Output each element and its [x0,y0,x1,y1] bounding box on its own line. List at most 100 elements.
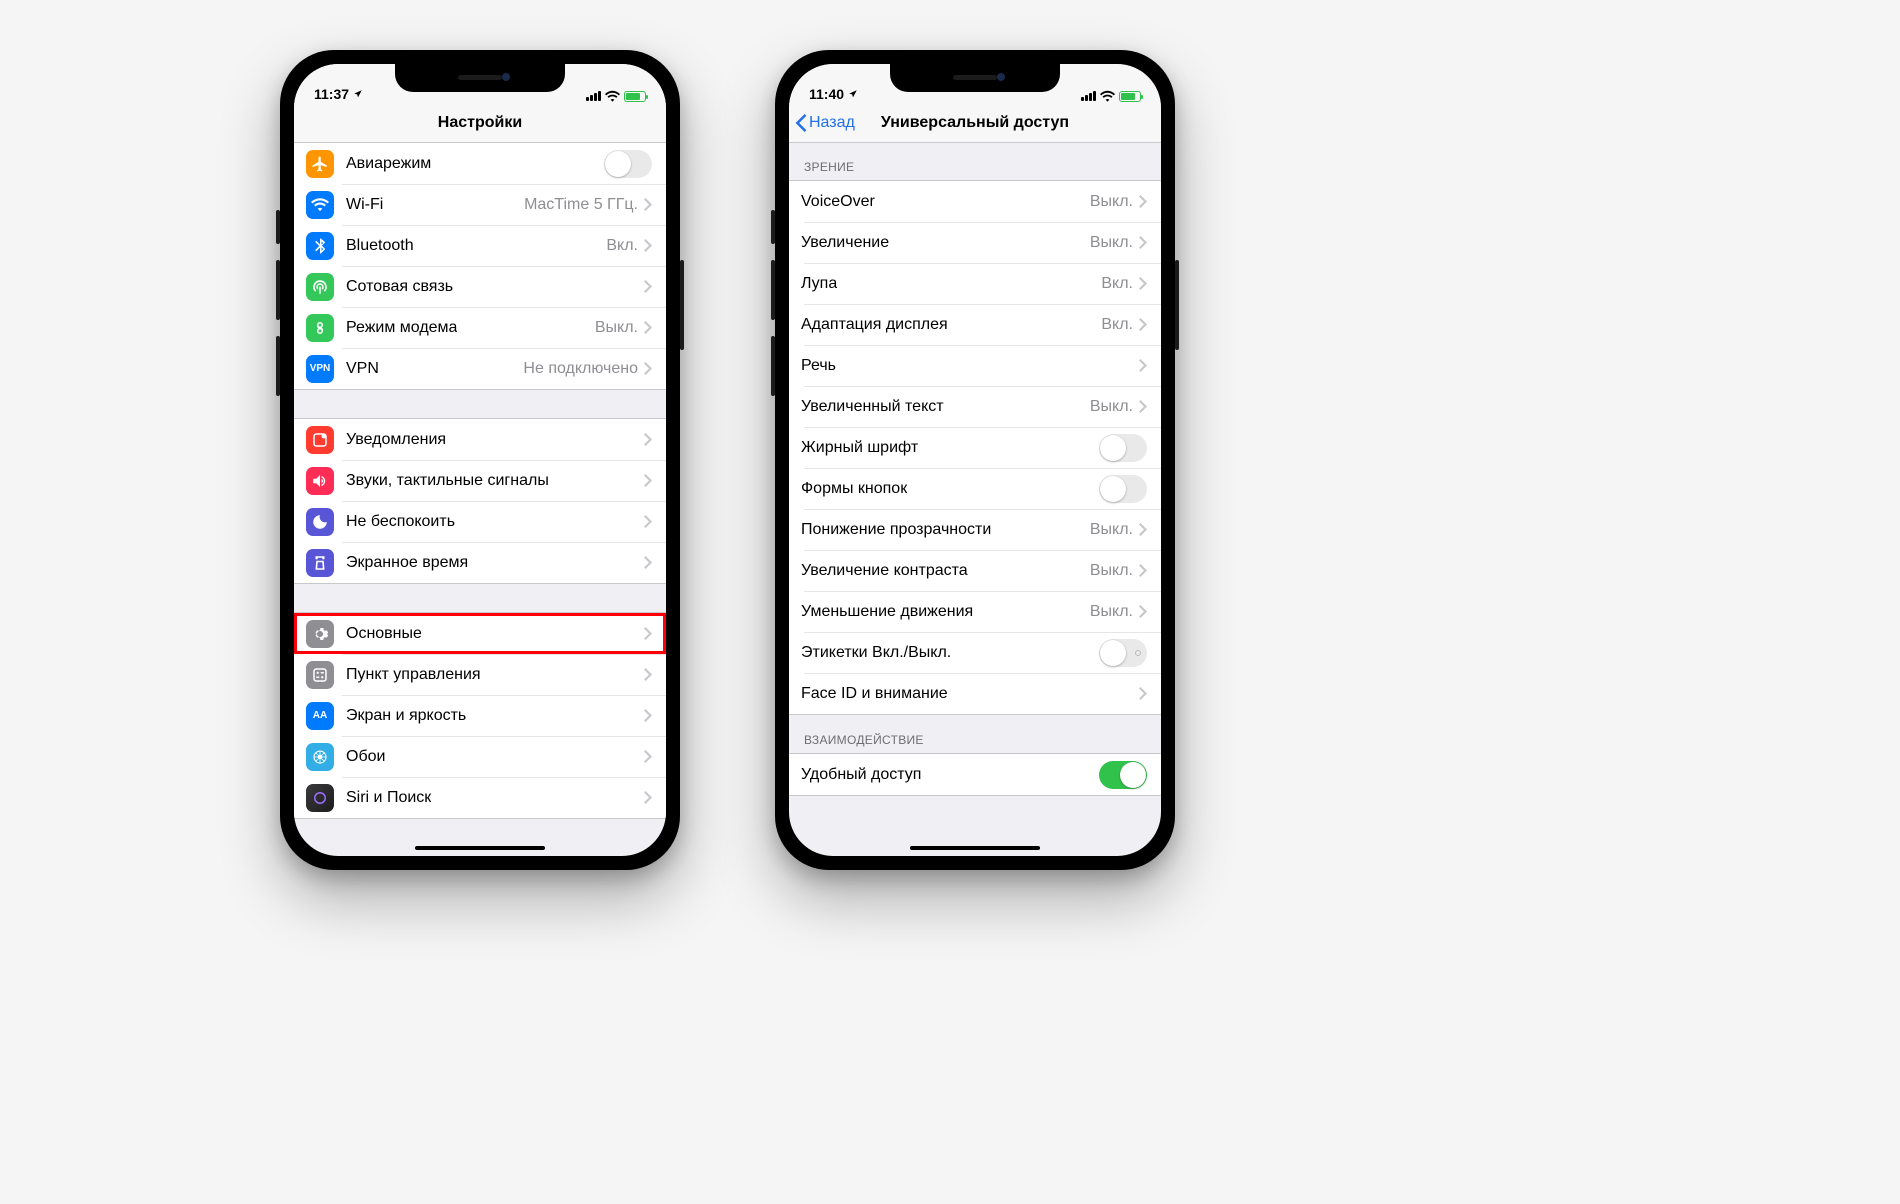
chevron-right-icon [1139,318,1147,331]
airplane-icon [306,150,334,178]
cellular-signal-icon [1081,91,1096,101]
item-control-center[interactable]: Пункт управления [294,654,666,695]
item-value: Выкл. [1090,398,1133,416]
accessibility-list[interactable]: ЗРЕНИЕ VoiceOverВыкл.УвеличениеВыкл.Лупа… [789,142,1161,856]
chevron-right-icon [644,239,652,252]
screentime-icon [306,549,334,577]
side-button-silent [276,210,280,244]
item-bold[interactable]: Жирный шрифт [789,427,1161,468]
item-screentime[interactable]: Экранное время [294,542,666,583]
item-label: Жирный шрифт [801,439,918,457]
side-button-volume-down [771,336,775,396]
notch [890,64,1060,92]
phone-left: 11:37 Настройки Авиарежим [280,50,680,870]
item-value: Вкл. [606,237,638,255]
item-label: Режим модема [346,319,457,337]
item-airplane[interactable]: Авиарежим [294,143,666,184]
item-value: Выкл. [1090,193,1133,211]
home-indicator[interactable] [415,846,545,850]
wifi-icon [1100,90,1115,102]
settings-list[interactable]: Авиарежим Wi-Fi MacTime 5 ГГц. Bluetooth… [294,142,666,856]
item-voiceover[interactable]: VoiceOverВыкл. [789,181,1161,222]
nav-title: Универсальный доступ [881,114,1069,132]
screen-left: 11:37 Настройки Авиарежим [294,64,666,856]
sounds-icon [306,467,334,495]
chevron-right-icon [644,750,652,763]
item-largetext[interactable]: Увеличенный текстВыкл. [789,386,1161,427]
item-label: Пункт управления [346,666,481,684]
item-label: Звуки, тактильные сигналы [346,472,549,490]
chevron-right-icon [644,321,652,334]
item-label: Экранное время [346,554,468,572]
toggle-reachability[interactable] [1099,761,1147,789]
cellular-signal-icon [586,91,601,101]
item-general[interactable]: Основные [294,613,666,654]
nav-bar: Настройки [294,104,666,143]
chevron-right-icon [1139,236,1147,249]
item-label: Понижение прозрачности [801,521,991,539]
item-wifi[interactable]: Wi-Fi MacTime 5 ГГц. [294,184,666,225]
item-magnifier[interactable]: ЛупаВкл. [789,263,1161,304]
item-display[interactable]: AA Экран и яркость [294,695,666,736]
item-value: Выкл. [1090,234,1133,252]
status-time-text: 11:37 [314,86,349,102]
item-label: Wi-Fi [346,196,383,214]
vpn-icon-text: VPN [310,363,331,374]
chevron-right-icon [1139,564,1147,577]
item-reachability[interactable]: Удобный доступ [789,754,1161,795]
item-reducemotion[interactable]: Уменьшение движенияВыкл. [789,591,1161,632]
item-onofflabels[interactable]: Этикетки Вкл./Выкл. [789,632,1161,673]
item-label: Адаптация дисплея [801,316,948,334]
toggle-airplane[interactable] [604,150,652,178]
vpn-icon: VPN [306,355,334,383]
item-dnd[interactable]: Не беспокоить [294,501,666,542]
section-header-interaction: ВЗАИМОДЕЙСТВИЕ [789,715,1161,753]
back-button[interactable]: Назад [795,104,855,142]
item-label: Обои [346,748,385,766]
chevron-left-icon [795,114,807,132]
status-time: 11:37 [314,86,363,102]
toggle-buttonshapes[interactable] [1099,475,1147,503]
home-indicator[interactable] [910,846,1040,850]
item-buttonshapes[interactable]: Формы кнопок [789,468,1161,509]
item-faceid[interactable]: Face ID и внимание [789,673,1161,714]
item-cellular[interactable]: Сотовая связь [294,266,666,307]
item-label: Экран и яркость [346,707,466,725]
chevron-right-icon [644,791,652,804]
item-bluetooth[interactable]: Bluetooth Вкл. [294,225,666,266]
control-center-icon [306,661,334,689]
side-button-power [680,260,684,350]
item-label: Уведомления [346,431,446,449]
chevron-right-icon [1139,523,1147,536]
notch [395,64,565,92]
item-reducetrans[interactable]: Понижение прозрачностиВыкл. [789,509,1161,550]
item-value: Не подключено [523,360,638,378]
item-value: Выкл. [1090,562,1133,580]
item-zoom[interactable]: УвеличениеВыкл. [789,222,1161,263]
item-label: Удобный доступ [801,766,921,784]
settings-group-alerts: Уведомления Звуки, тактильные сигналы Не… [294,418,666,584]
item-displayaccom[interactable]: Адаптация дисплеяВкл. [789,304,1161,345]
item-notifications[interactable]: Уведомления [294,419,666,460]
status-time: 11:40 [809,86,858,102]
item-contrast[interactable]: Увеличение контрастаВыкл. [789,550,1161,591]
gear-icon [306,620,334,648]
item-speech[interactable]: Речь [789,345,1161,386]
chevron-right-icon [644,362,652,375]
battery-icon [1119,91,1141,102]
do-not-disturb-icon [306,508,334,536]
side-button-volume-up [276,260,280,320]
item-label: Siri и Поиск [346,789,431,807]
status-time-text: 11:40 [809,86,844,102]
side-button-volume-up [771,260,775,320]
back-label: Назад [809,114,855,132]
item-siri[interactable]: Siri и Поиск [294,777,666,818]
toggle-onofflabels[interactable] [1099,639,1147,667]
item-wallpaper[interactable]: Обои [294,736,666,777]
item-sounds[interactable]: Звуки, тактильные сигналы [294,460,666,501]
item-vpn[interactable]: VPN VPN Не подключено [294,348,666,389]
nav-title: Настройки [438,114,522,132]
item-hotspot[interactable]: Режим модема Выкл. [294,307,666,348]
toggle-bold[interactable] [1099,434,1147,462]
item-label: Речь [801,357,836,375]
